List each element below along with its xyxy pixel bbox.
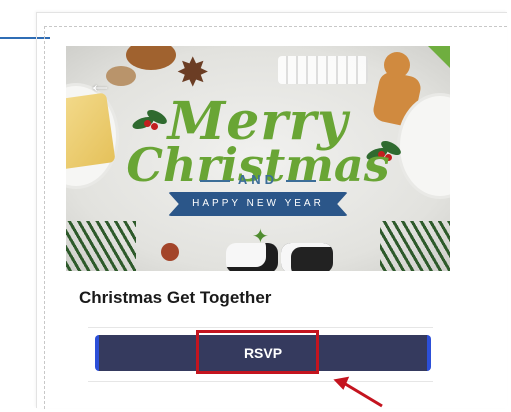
cow-figure	[226, 243, 278, 271]
cookie-decoration	[126, 46, 176, 70]
ornament-decoration	[161, 243, 179, 261]
pine-decoration-right	[380, 221, 450, 271]
event-title: Christmas Get Together	[79, 288, 272, 307]
banner-and-text: AND	[66, 172, 450, 187]
back-arrow-icon[interactable]: ←	[88, 73, 112, 97]
highlight-box	[196, 330, 319, 374]
divider	[88, 327, 433, 328]
banner-ribbon-text: HAPPY NEW YEAR	[168, 192, 348, 216]
annotation-arrow-icon	[333, 376, 383, 408]
pine-decoration	[66, 221, 136, 271]
bells-decoration	[278, 56, 368, 84]
event-banner-image: ✸ Merry Christmas AND HAPPY NEW YEAR ✦ ←	[66, 46, 450, 271]
star-anise-decoration: ✸	[176, 51, 210, 95]
green-corner-decoration	[428, 46, 450, 68]
cow-figure-dark	[281, 243, 333, 271]
